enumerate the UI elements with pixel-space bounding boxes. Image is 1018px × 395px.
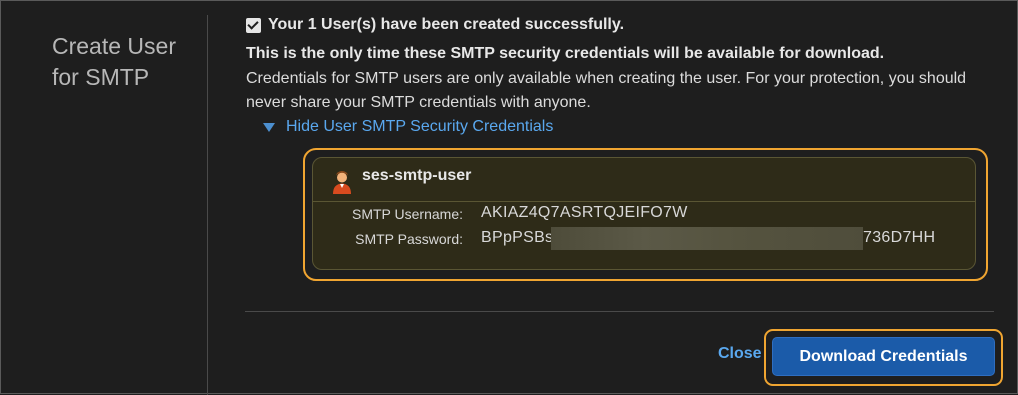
section-title-line-2: for SMTP <box>52 64 150 90</box>
hide-credentials-toggle[interactable]: Hide User SMTP Security Credentials <box>263 118 553 136</box>
smtp-password-prefix: BPpPSBs <box>481 229 554 246</box>
password-redaction <box>551 227 863 250</box>
hide-credentials-label[interactable]: Hide User SMTP Security Credentials <box>286 118 553 136</box>
section-title-line-1: Create User <box>52 33 176 59</box>
smtp-username-label: SMTP Username: <box>352 206 463 222</box>
close-link[interactable]: Close <box>718 345 762 363</box>
credentials-header: ses-smtp-user <box>313 158 975 202</box>
success-text: Your 1 User(s) have been created success… <box>268 16 625 33</box>
warning-message: This is the only time these SMTP securit… <box>246 45 885 62</box>
footer-divider <box>245 311 994 312</box>
success-message: Your 1 User(s) have been created success… <box>246 16 624 34</box>
vertical-divider <box>207 15 208 395</box>
credentials-box: ses-smtp-user SMTP Username: AKIAZ4Q7ASR… <box>312 157 976 270</box>
smtp-password-label: SMTP Password: <box>355 231 463 247</box>
dialog-frame: Create User for SMTP Your 1 User(s) have… <box>0 0 1018 395</box>
credential-user-name: ses-smtp-user <box>362 167 472 184</box>
smtp-username-value: AKIAZ4Q7ASRTQJEIFO7W <box>481 204 688 221</box>
download-credentials-button[interactable]: Download Credentials <box>772 337 995 376</box>
user-icon <box>333 171 351 194</box>
smtp-password-suffix: 736D7HH <box>863 229 936 246</box>
info-message: Credentials for SMTP users are only avai… <box>246 70 967 111</box>
checkbox-checked-icon <box>246 17 261 33</box>
triangle-down-icon <box>263 122 275 132</box>
section-title: Create User for SMTP <box>52 31 176 93</box>
